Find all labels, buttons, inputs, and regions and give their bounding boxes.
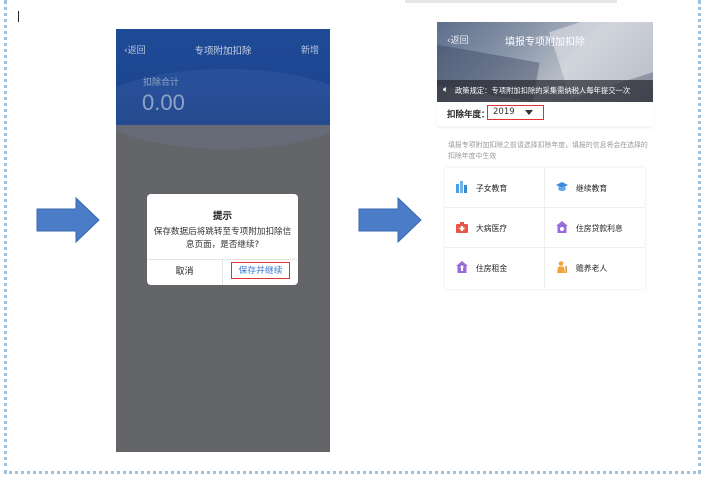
left-phone-header: ‹返回 专项附加扣除 新增 扣除合计 0.00 [116, 29, 330, 149]
text-cursor [18, 11, 19, 22]
right-arrow-icon [36, 197, 100, 243]
right-phone-screen: ‹返回 填报专项附加扣除 🔈︎ 政策规定：专项附加扣除的采集需纳税人每年提交一次… [437, 22, 653, 294]
caret-down-icon [525, 110, 533, 115]
year-hint-text: 填报专项附加扣除之前请选择扣除年度，填报的信息将会在选择的扣除年度中生效 [448, 141, 648, 160]
house-loan-icon [556, 221, 568, 233]
category-serious-illness-medical[interactable]: 大病医疗 [445, 208, 545, 248]
graduation-cap-icon [556, 182, 568, 191]
save-and-continue-button[interactable]: 保存并继续 [231, 262, 290, 279]
category-label: 子女教育 [476, 184, 508, 193]
category-label: 赡养老人 [576, 264, 608, 273]
category-label: 大病医疗 [476, 224, 508, 233]
sum-label: 扣除合计 [143, 78, 180, 88]
dialog-title: 提示 [212, 211, 232, 222]
cancel-button[interactable]: 取消 [147, 260, 222, 285]
page-title: 专项附加扣除 [194, 46, 252, 57]
category-label: 住房租金 [476, 264, 508, 273]
page-title: 填报专项附加扣除 [505, 37, 585, 48]
confirm-dialog: 提示 保存数据后将跳转至专项附加扣除信息页面，是否继续? 取消 保存并继续 [147, 194, 298, 285]
year-value: 2019 [493, 107, 515, 117]
right-arrow-icon [358, 197, 422, 243]
category-housing-rent[interactable]: 住房租金 [445, 248, 545, 288]
notice-text: 政策规定：专项附加扣除的采集需纳税人每年提交一次 [455, 86, 631, 95]
category-label: 住房贷款利息 [576, 224, 623, 233]
category-label: 继续教育 [576, 184, 608, 193]
new-button[interactable]: 新增 [301, 43, 319, 56]
category-children-education[interactable]: 子女教育 [445, 168, 545, 208]
house-rent-icon [456, 261, 468, 273]
deduction-year-row: 扣除年度： 2019 [437, 102, 653, 126]
children-education-icon [456, 181, 467, 193]
year-select[interactable]: 2019 [487, 105, 544, 120]
category-housing-loan-interest[interactable]: 住房贷款利息 [545, 208, 645, 248]
category-continuing-education[interactable]: 继续教育 [545, 168, 645, 208]
dialog-button-divider [222, 259, 223, 285]
sum-value: 0.00 [142, 90, 185, 115]
year-label: 扣除年度： [447, 110, 490, 120]
right-phone-header: ‹返回 填报专项附加扣除 🔈︎ 政策规定：专项附加扣除的采集需纳税人每年提交一次 [437, 22, 653, 102]
elderly-care-icon [557, 261, 567, 273]
deduction-category-grid: 子女教育 继续教育 大病医疗 住房贷款利息 住房租金 赡养老人 [445, 168, 645, 289]
dialog-message: 保存数据后将跳转至专项附加扣除信息页面，是否继续? [153, 227, 292, 250]
speaker-icon: 🔈︎ [443, 85, 449, 95]
category-elderly-support[interactable]: 赡养老人 [545, 248, 645, 288]
policy-notice-bar: 🔈︎ 政策规定：专项附加扣除的采集需纳税人每年提交一次 [437, 80, 653, 102]
medical-kit-icon [456, 222, 468, 233]
top-divider [405, 0, 617, 3]
